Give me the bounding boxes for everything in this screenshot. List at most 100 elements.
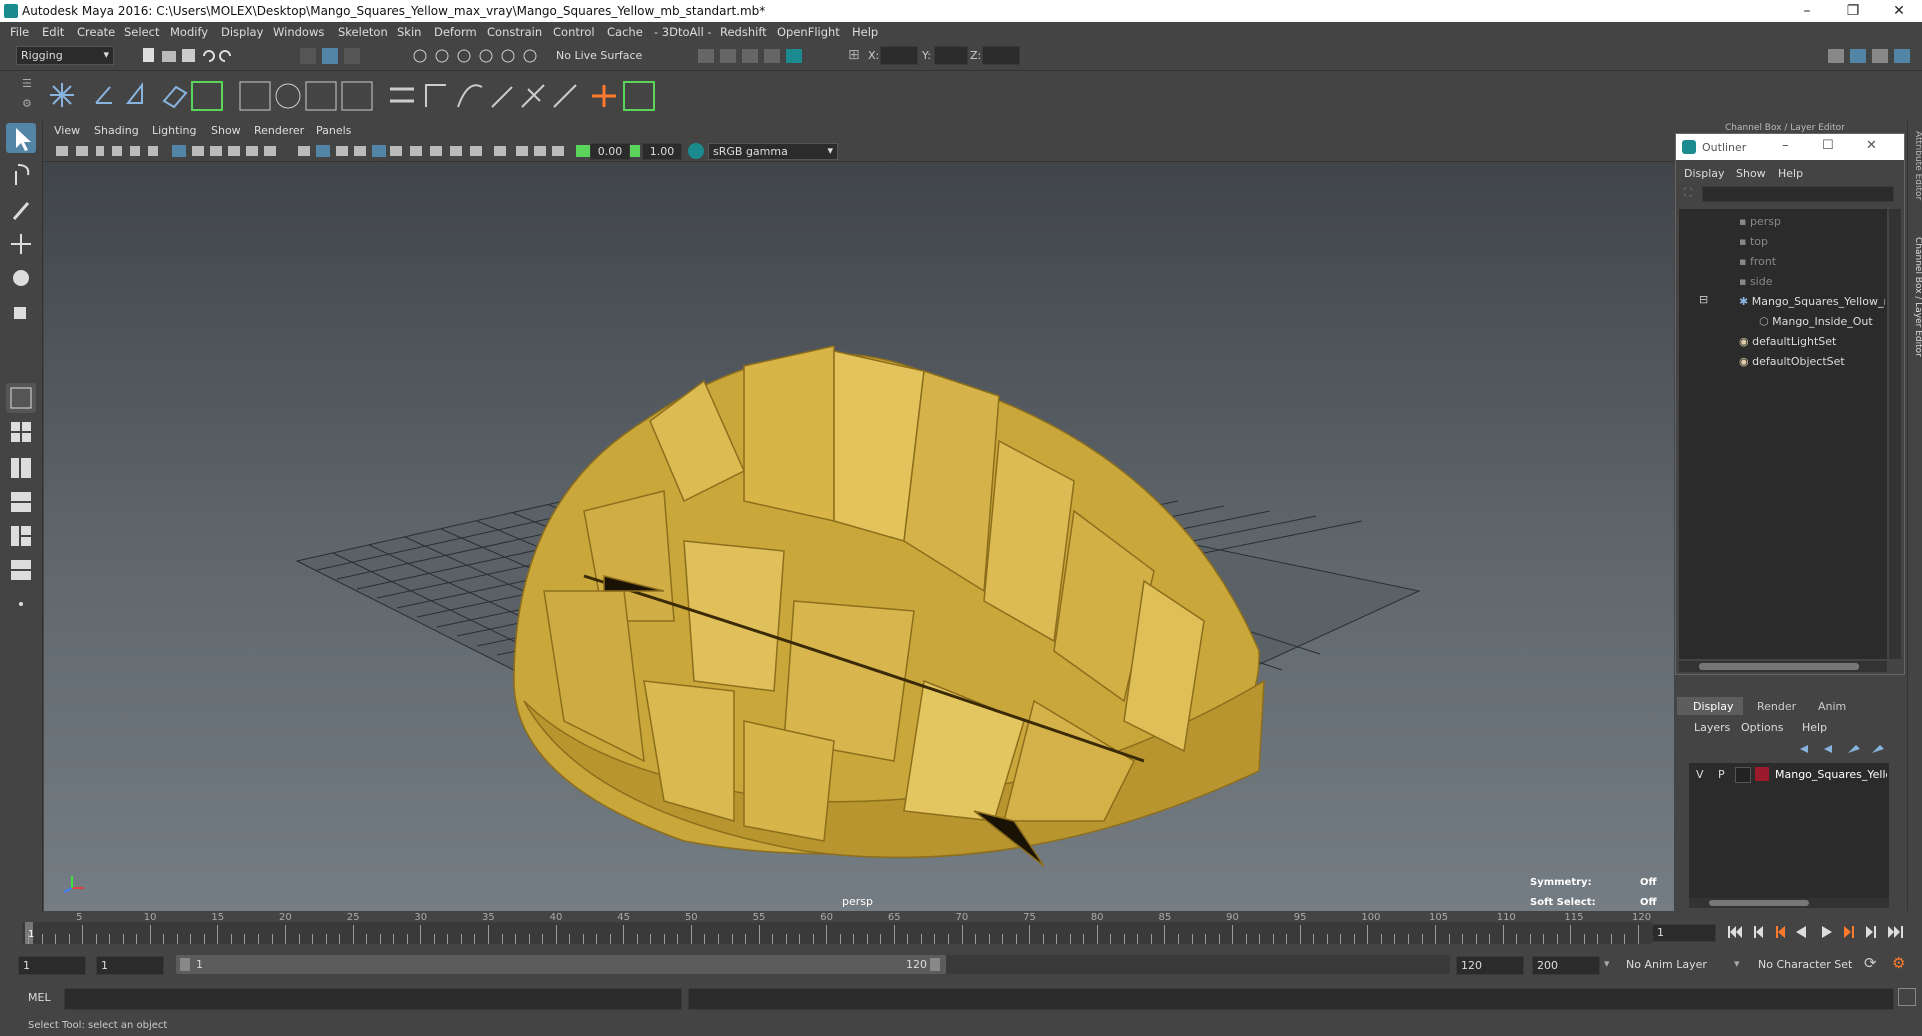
menu-constrain[interactable]: Constrain	[487, 25, 542, 39]
layer-list[interactable]: V P Mango_Squares_Yellov	[1689, 763, 1889, 901]
hypershade-layout-icon[interactable]	[6, 521, 36, 551]
playback-end-field[interactable]: 120	[1456, 956, 1524, 975]
four-view-layout-icon[interactable]	[6, 417, 36, 447]
outliner-close-icon[interactable]: ✕	[1866, 138, 1877, 153]
attribute-editor-tab[interactable]: Attribute Editor	[1909, 131, 1922, 231]
end-time-field[interactable]: 200	[1532, 956, 1600, 975]
menu-set-dropdown[interactable]: Rigging ▾	[16, 46, 114, 65]
perspective-viewport[interactable]: persp Symmetry: Off Soft Select: Off	[44, 121, 1674, 911]
menu-deform[interactable]: Deform	[434, 25, 477, 39]
selection-mask-group[interactable]	[298, 46, 378, 66]
scene-canvas[interactable]	[44, 121, 1674, 911]
tab-display[interactable]: Display	[1677, 697, 1743, 715]
layer-menu-layers[interactable]: Layers	[1694, 721, 1730, 734]
playback-start-field[interactable]: 1	[96, 956, 164, 975]
minimize-button[interactable]: –	[1784, 0, 1830, 22]
outliner-minimize-icon[interactable]: –	[1782, 138, 1789, 153]
range-slider-track[interactable]	[946, 955, 1450, 974]
layer-horizontal-scrollbar[interactable]	[1689, 898, 1889, 908]
restore-button[interactable]: ❐	[1830, 0, 1876, 22]
vp-menu-panels[interactable]: Panels	[316, 124, 351, 137]
outliner-vertical-scrollbar[interactable]	[1889, 209, 1901, 659]
character-set-dropdown[interactable]: No Character Set	[1752, 956, 1862, 973]
start-time-field[interactable]: 1	[18, 956, 86, 975]
layer-buttons[interactable]	[1796, 741, 1886, 757]
lasso-tool-icon[interactable]	[6, 159, 36, 189]
color-management-icon[interactable]	[688, 143, 704, 159]
outliner-item-mango-inside-out[interactable]: ⬡ Mango_Inside_Out	[1759, 315, 1873, 328]
color-space-dropdown[interactable]: sRGB gamma ▾	[708, 143, 838, 160]
layer-visibility-toggle[interactable]: V	[1696, 768, 1704, 781]
menu-file[interactable]: File	[10, 25, 29, 39]
outliner-item-default-light-set[interactable]: ◉ defaultLightSet	[1739, 335, 1836, 348]
vp-menu-renderer[interactable]: Renderer	[254, 124, 304, 137]
current-frame-field[interactable]: 1	[1652, 924, 1716, 942]
custom-layout-icon[interactable]	[6, 555, 36, 585]
collapse-icon[interactable]: ⊟	[1699, 293, 1708, 306]
select-tool-icon[interactable]	[6, 123, 36, 153]
menu-cache[interactable]: Cache	[607, 25, 643, 39]
tab-render[interactable]: Render	[1757, 700, 1796, 713]
vp-menu-show[interactable]: Show	[211, 124, 241, 137]
menu-redshift[interactable]: Redshift	[720, 25, 767, 39]
outliner-item-persp[interactable]: ▪ persp	[1739, 215, 1781, 228]
layer-playback-toggle[interactable]: P	[1718, 768, 1725, 781]
move-tool-icon[interactable]	[6, 229, 36, 259]
layer-type-toggle[interactable]	[1735, 767, 1751, 783]
more-layouts-icon[interactable]	[6, 589, 36, 619]
menu-3dtoall[interactable]: - 3DtoAll -	[654, 25, 712, 39]
mel-label[interactable]: MEL	[28, 991, 51, 1004]
vp-menu-view[interactable]: View	[54, 124, 80, 137]
outliner-horizontal-scrollbar[interactable]	[1679, 661, 1887, 672]
snap-tools-group[interactable]	[410, 46, 550, 66]
auto-key-icon[interactable]: ⟳	[1864, 954, 1877, 972]
persp-graph-layout-icon[interactable]	[6, 487, 36, 517]
anim-layer-dropdown[interactable]: No Anim Layer	[1620, 956, 1738, 973]
menu-control[interactable]: Control	[553, 25, 595, 39]
menu-help[interactable]: Help	[852, 25, 878, 39]
gamma-field[interactable]: 1.00	[642, 143, 682, 160]
range-start-handle[interactable]	[180, 958, 190, 971]
menu-windows[interactable]: Windows	[273, 25, 324, 39]
layer-menu-options[interactable]: Options	[1741, 721, 1783, 734]
menu-display[interactable]: Display	[221, 25, 263, 39]
rotate-tool-icon[interactable]	[6, 263, 36, 293]
scale-tool-icon[interactable]	[6, 297, 36, 327]
live-surface-label[interactable]: No Live Surface	[556, 49, 642, 62]
persp-outliner-layout-icon[interactable]	[6, 453, 36, 483]
shelf-settings-icon[interactable]: ⚙	[22, 97, 32, 110]
tab-anim[interactable]: Anim	[1818, 700, 1846, 713]
outliner-list[interactable]: ▪ persp ▪ top ▪ front ▪ side ⊟ ✱ Mango_S…	[1679, 209, 1887, 659]
time-slider[interactable]: 5 10 15 20 25 30 35 40 45 50 55 60 65 70 75 80 85 90 95 100…	[0, 912, 1922, 946]
workspace-toggles[interactable]	[1826, 46, 1918, 66]
range-end-handle[interactable]	[930, 958, 940, 971]
menu-create[interactable]: Create	[77, 25, 115, 39]
mel-command-input[interactable]	[64, 988, 682, 1010]
menu-modify[interactable]: Modify	[170, 25, 208, 39]
exposure-field[interactable]: 0.00	[590, 143, 630, 160]
outliner-item-default-object-set[interactable]: ◉ defaultObjectSet	[1739, 355, 1845, 368]
outliner-maximize-icon[interactable]: ☐	[1822, 138, 1834, 153]
file-tools-group[interactable]	[140, 46, 260, 66]
vp-menu-shading[interactable]: Shading	[94, 124, 139, 137]
chevron-down-icon[interactable]: ▾	[1734, 957, 1740, 970]
outliner-filter-icon[interactable]: ⛶	[1684, 186, 1692, 200]
y-field[interactable]	[934, 46, 968, 65]
z-field[interactable]	[982, 46, 1020, 65]
menu-openflight[interactable]: OpenFlight	[777, 25, 840, 39]
channel-box-tab[interactable]: Channel Box / Layer Editor	[1909, 237, 1922, 377]
outliner-menu-show[interactable]: Show	[1736, 167, 1766, 180]
menu-skin[interactable]: Skin	[397, 25, 421, 39]
transform-mode-icon[interactable]: ⊞	[848, 47, 860, 63]
render-tools-group[interactable]	[696, 46, 816, 66]
paint-select-tool-icon[interactable]	[6, 195, 36, 225]
vp-menu-lighting[interactable]: Lighting	[152, 124, 196, 137]
shelf-menu-icon[interactable]: ☰	[22, 77, 32, 90]
shelf-buttons[interactable]	[44, 79, 684, 113]
menu-skeleton[interactable]: Skeleton	[338, 25, 388, 39]
menu-edit[interactable]: Edit	[42, 25, 64, 39]
layer-color-swatch[interactable]	[1755, 767, 1769, 781]
outliner-item-side[interactable]: ▪ side	[1739, 275, 1773, 288]
single-perspective-layout-icon[interactable]	[6, 383, 36, 413]
menu-select[interactable]: Select	[124, 25, 159, 39]
